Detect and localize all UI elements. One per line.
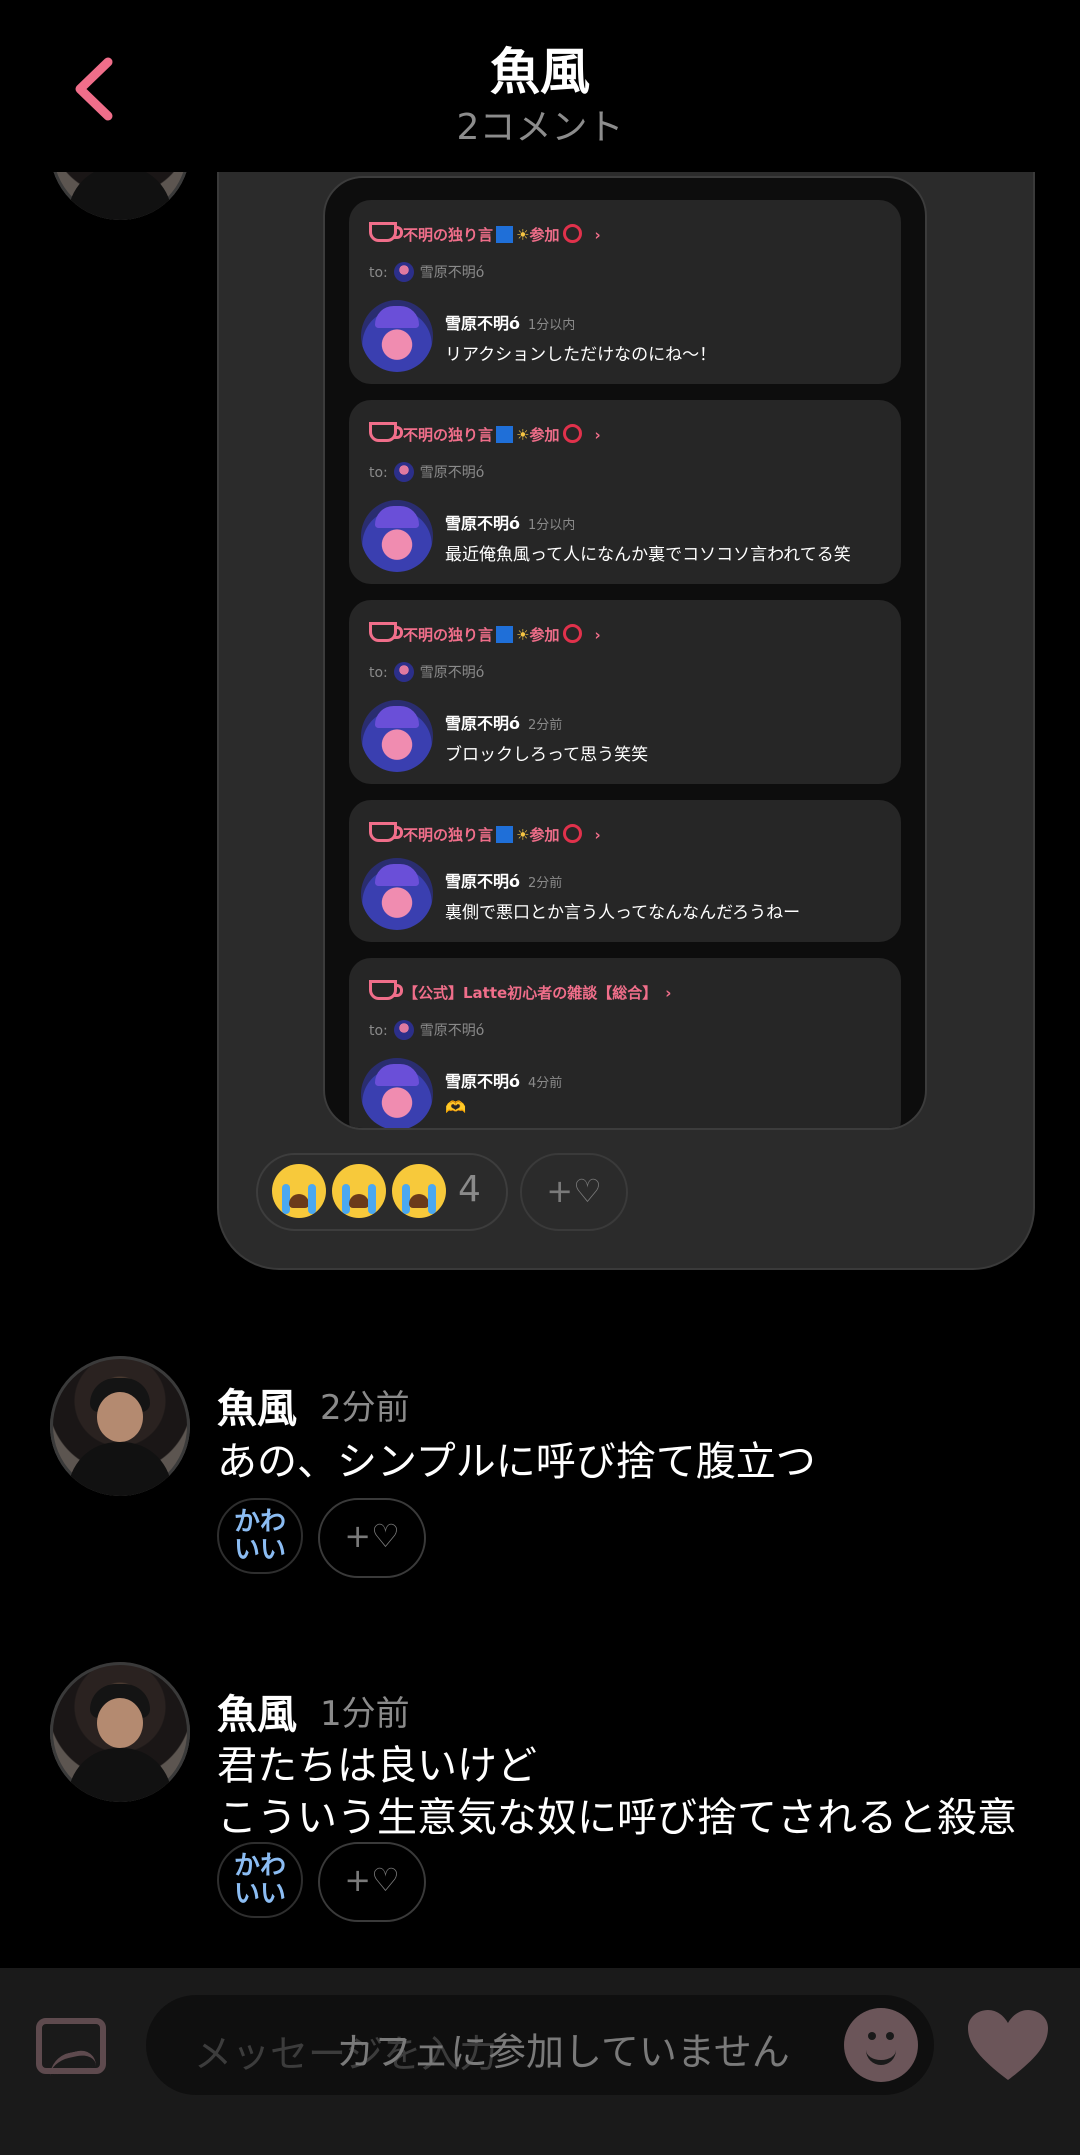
mini-avatar (393, 1020, 414, 1040)
add-reaction-button[interactable]: +♡ (318, 1842, 426, 1922)
reaction-count: 4 (458, 1169, 481, 1210)
avatar (361, 300, 433, 372)
chevron-right-icon: › (594, 626, 601, 644)
comment-author[interactable]: 魚風 (217, 1376, 297, 1434)
cup-icon (369, 980, 403, 1000)
cup-icon (369, 822, 403, 842)
mini-avatar (393, 462, 414, 482)
avatar (361, 700, 433, 772)
avatar (361, 858, 433, 930)
chevron-right-icon: › (665, 984, 672, 1002)
post-card: 不明の独り言 ☀参加 › 雪原不明ó 2分前 裏側で悪口とか言う人ってなんなんだろうね… (349, 800, 901, 942)
add-reaction-button[interactable]: +♡ (318, 1498, 426, 1578)
post-card: 不明の独り言 ☀参加 › to: 雪原不明ó 雪原不明ó 1分以内 最近俺魚風って人にな… (349, 400, 901, 584)
heart-icon[interactable] (966, 2008, 1050, 2084)
post-message: 最近俺魚風って人になんか裏でコソコソ言われてる笑 (445, 545, 851, 565)
blue-square-icon (496, 626, 514, 643)
comment-text: こういう生意気な奴に呼び捨てされると殺意 (217, 1795, 1017, 1841)
not-joined-notice: カフェに参加していません (336, 2030, 790, 2074)
crying-face-icon (272, 1164, 326, 1218)
sun-icon: ☀ (516, 826, 530, 844)
cup-icon (369, 222, 403, 242)
chevron-right-icon: › (594, 426, 601, 444)
post-card: 不明の独り言 ☀参加 › to: 雪原不明ó 雪原不明ó 1分以内 リアクションしただけ… (349, 200, 901, 384)
avatar (361, 1058, 433, 1128)
header: 魚風 2コメント (0, 0, 1080, 172)
comment-time: 2分前 (320, 1388, 410, 1428)
image-icon[interactable] (36, 2018, 106, 2074)
attached-screenshot[interactable]: 不明の独り言 ☀参加 › to: 雪原不明ó 雪原不明ó 1分以内 リアクションしただけ… (323, 176, 927, 1130)
sun-icon: ☀ (516, 426, 530, 444)
circle-icon (563, 224, 583, 243)
mini-avatar (393, 662, 414, 682)
chevron-right-icon: › (594, 226, 601, 244)
post-message: ブロックしろって思う笑笑 (445, 745, 649, 765)
crying-face-icon (392, 1164, 446, 1218)
post-message: 裏側で悪口とか言う人ってなんなんだろうねー (445, 903, 801, 923)
blue-square-icon (496, 826, 514, 843)
blue-square-icon (496, 226, 514, 243)
chevron-right-icon: › (594, 826, 601, 844)
comment-text: あの、シンプルに呼び捨て腹立つ (217, 1439, 816, 1485)
sun-icon: ☀ (516, 226, 530, 244)
reaction-chip[interactable]: 4 (256, 1153, 508, 1231)
cup-icon (369, 422, 403, 442)
mini-avatar (393, 262, 414, 282)
post-card: 不明の独り言 ☀参加 › to: 雪原不明ó 雪原不明ó 2分前 ブロックしろって思う笑… (349, 600, 901, 784)
kawaii-reaction-chip[interactable]: かわ いい (217, 1842, 303, 1918)
comment-count: 2コメント (456, 107, 624, 148)
add-reaction-button[interactable]: +♡ (520, 1153, 628, 1231)
avatar[interactable] (50, 1356, 190, 1496)
post-message: 🫶 (445, 1098, 467, 1118)
sun-icon: ☀ (516, 626, 530, 644)
post-card: 【公式】Latte初心者の雑談【総合】 › to: 雪原不明ó 雪原不明ó 4分前 🫶 (349, 958, 901, 1128)
circle-icon (563, 624, 583, 643)
comment-time: 1分前 (320, 1694, 410, 1734)
circle-icon (563, 824, 583, 843)
crying-face-icon (332, 1164, 386, 1218)
smile-icon[interactable] (844, 2008, 918, 2082)
post-message: リアクションしただけなのにね～！ (445, 345, 717, 365)
avatar (361, 500, 433, 572)
page-title: 魚風 (490, 43, 590, 101)
blue-square-icon (496, 426, 514, 443)
message-input[interactable]: メッセージを入力 カフェに参加していません (146, 1995, 934, 2095)
circle-icon (563, 424, 583, 443)
cup-icon (369, 622, 403, 642)
avatar[interactable] (50, 1662, 190, 1802)
comment-author[interactable]: 魚風 (217, 1682, 297, 1740)
comment-text: 君たちは良いけど (217, 1743, 537, 1789)
kawaii-reaction-chip[interactable]: かわ いい (217, 1498, 303, 1574)
